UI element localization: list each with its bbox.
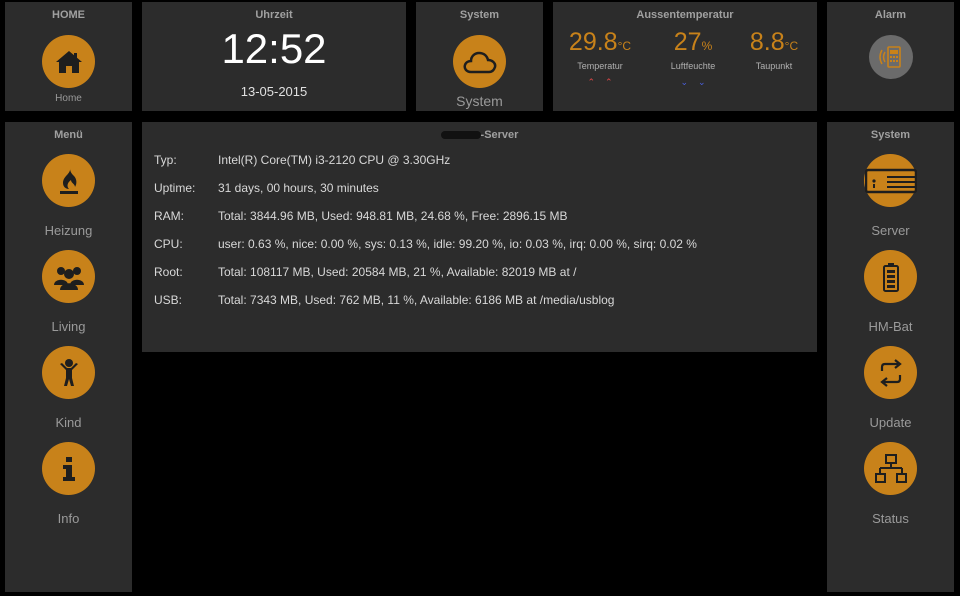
info-icon — [62, 456, 75, 481]
alarm-panel: Alarm — [827, 2, 954, 111]
heizung-circle[interactable] — [42, 154, 95, 207]
server-icon — [864, 168, 917, 193]
server-panel-title: -Server — [142, 122, 817, 142]
home-panel: HOME Home — [5, 2, 132, 111]
dewpoint-reading: 8.8°C Taupunkt — [734, 28, 814, 71]
server-row-value: Total: 7343 MB, Used: 762 MB, 11 %, Avai… — [218, 293, 615, 307]
server-row-key: Uptime: — [154, 181, 196, 195]
hm-bat-circle[interactable] — [864, 250, 917, 303]
menu-item-label: Kind — [55, 415, 82, 430]
alarm-circle[interactable] — [868, 35, 913, 79]
server-row-key: RAM: — [154, 209, 184, 223]
system-circle[interactable] — [453, 35, 506, 88]
outdoor-panel-title: Aussentemperatur — [636, 9, 734, 21]
server-row-value: user: 0.63 %, nice: 0.00 %, sys: 0.13 %,… — [218, 237, 697, 251]
redacted-name — [440, 131, 481, 140]
alarm-keypad-icon — [878, 46, 901, 68]
cloud-icon — [463, 51, 496, 73]
home-button-label: Home — [55, 93, 82, 104]
humidity-label: Luftfeuchte — [670, 61, 716, 71]
menu-panel: Menü Heizung Living Kind Info — [5, 122, 132, 592]
dewpoint-label: Taupunkt — [755, 61, 793, 71]
dewpoint-value: 8.8 — [749, 28, 785, 56]
system-item-update[interactable]: Update — [827, 346, 954, 430]
system-side-panel: System Server HM-Bat Update Status — [827, 122, 954, 592]
living-circle[interactable] — [42, 250, 95, 303]
clock-date: 13-05-2015 — [240, 84, 308, 99]
server-row-value: 31 days, 00 hours, 30 minutes — [218, 181, 379, 195]
humidity-trend-down-icon: ⌄⌄ — [680, 77, 716, 87]
house-icon — [55, 50, 82, 73]
update-circle[interactable] — [864, 346, 917, 399]
menu-item-label: Heizung — [44, 223, 93, 238]
menu-item-kind[interactable]: Kind — [5, 346, 132, 430]
system-item-server[interactable]: Server — [827, 154, 954, 238]
temperature-reading: 29.8°C Temperatur ⌃⌃ — [560, 28, 640, 88]
server-row-key: USB: — [154, 293, 183, 307]
system-side-panel-title: System — [870, 129, 911, 141]
system-top-panel-title: System — [459, 9, 500, 21]
temperature-value: 29.8 — [568, 28, 618, 56]
home-button[interactable]: Home — [5, 35, 132, 104]
server-panel-title-text: -Server — [480, 129, 519, 141]
system-button-label: System — [456, 93, 503, 109]
system-button[interactable]: System — [416, 35, 543, 109]
system-top-panel: System System — [416, 2, 543, 111]
clock-panel-title: Uhrzeit — [255, 9, 293, 21]
humidity-value: 27 — [673, 28, 702, 56]
clock-panel: Uhrzeit 12:52 13-05-2015 — [142, 2, 406, 111]
alarm-panel-title: Alarm — [874, 9, 907, 21]
outdoor-panel: Aussentemperatur 29.8°C Temperatur ⌃⌃ 27… — [553, 2, 817, 111]
system-item-label: Update — [869, 415, 912, 430]
alarm-button[interactable] — [827, 35, 954, 79]
server-circle[interactable] — [864, 154, 917, 207]
system-item-status[interactable]: Status — [827, 442, 954, 526]
menu-item-label: Living — [51, 319, 86, 334]
battery-icon — [882, 262, 899, 292]
child-icon — [59, 358, 78, 386]
menu-item-label: Info — [57, 511, 80, 526]
humidity-reading: 27% Luftfeuchte ⌄⌄ — [653, 28, 733, 88]
server-row-value: Total: 108117 MB, Used: 20584 MB, 21 %, … — [218, 265, 577, 279]
flame-icon — [59, 167, 78, 194]
clock-time: 12:52 — [221, 25, 327, 72]
info-circle[interactable] — [42, 442, 95, 495]
server-row-key: Root: — [154, 265, 183, 279]
temperature-label: Temperatur — [577, 61, 623, 71]
server-row-value: Intel(R) Core(TM) i3-2120 CPU @ 3.30GHz — [218, 153, 451, 167]
dewpoint-unit: °C — [784, 39, 799, 53]
people-icon — [53, 266, 84, 290]
system-item-hm-bat[interactable]: HM-Bat — [827, 250, 954, 334]
temperature-trend-up-icon: ⌃⌃ — [587, 77, 623, 87]
menu-panel-title: Menü — [54, 129, 83, 141]
system-item-label: Server — [871, 223, 910, 238]
status-circle[interactable] — [864, 442, 917, 495]
server-panel: -Server Typ: Intel(R) Core(TM) i3-2120 C… — [142, 122, 817, 352]
system-item-label: HM-Bat — [868, 319, 913, 334]
menu-item-info[interactable]: Info — [5, 442, 132, 526]
menu-item-heizung[interactable]: Heizung — [5, 154, 132, 238]
network-icon — [874, 453, 907, 483]
humidity-unit: % — [701, 39, 713, 53]
menu-item-living[interactable]: Living — [5, 250, 132, 334]
server-row-key: Typ: — [154, 153, 177, 167]
home-circle[interactable] — [42, 35, 95, 88]
kind-circle[interactable] — [42, 346, 95, 399]
home-panel-title: HOME — [52, 9, 85, 21]
system-item-label: Status — [872, 511, 909, 526]
server-row-key: CPU: — [154, 237, 183, 251]
temperature-unit: °C — [617, 39, 632, 53]
server-row-value: Total: 3844.96 MB, Used: 948.81 MB, 24.6… — [218, 209, 568, 223]
refresh-icon — [879, 358, 902, 387]
